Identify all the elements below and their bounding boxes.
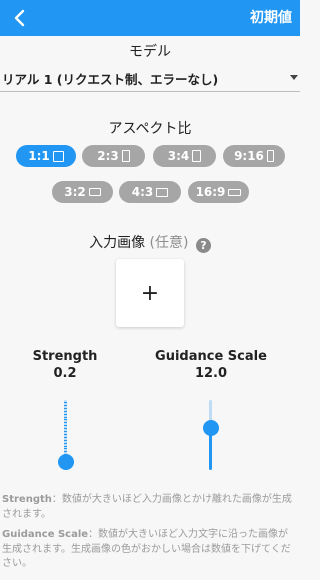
plus-icon: + [140, 280, 160, 306]
aspect-label: 3:2 [64, 185, 86, 199]
strength-value: 0.2 [53, 366, 77, 381]
aspect-label: 9:16 [234, 149, 264, 163]
landscape-rect-icon [228, 188, 242, 196]
square-icon [52, 150, 64, 162]
slider-tick [64, 448, 67, 450]
portrait-rect-icon [192, 150, 202, 162]
chevron-left-icon [14, 9, 25, 27]
guidance-slider-thumb[interactable] [203, 420, 219, 436]
strength-description: Strength：数値が大きいほど入力画像とかけ離れた画像が生成されます。 [2, 493, 298, 522]
aspect-option-16-9[interactable]: 16:9 [188, 181, 249, 203]
model-selected-value: リアル 1 (リクエスト制、エラーなし) [2, 72, 219, 87]
strength-slider-thumb[interactable] [58, 454, 74, 470]
slider-tick [64, 428, 67, 430]
slider-tick [64, 436, 67, 438]
slider-tick [64, 413, 67, 415]
portrait-rect-icon [121, 150, 130, 162]
slider-tick [64, 407, 67, 409]
aspect-option-9-16[interactable]: 9:16 [223, 145, 285, 167]
aspect-label: 4:3 [131, 185, 154, 199]
slider-tick [64, 431, 67, 432]
aspect-option-1-1[interactable]: 1:1 [16, 145, 76, 167]
question-circle-icon[interactable]: ? [195, 238, 211, 253]
back-button[interactable] [6, 4, 32, 32]
slider-tick [64, 425, 67, 427]
reset-defaults-button[interactable]: 初期値 [250, 0, 292, 36]
guidance-title: Guidance Scale [155, 349, 267, 364]
aspect-label: 16:9 [195, 185, 226, 199]
landscape-rect-icon [156, 187, 169, 197]
slider-tick [64, 419, 67, 421]
slider-tick [64, 451, 67, 453]
slider-tick [64, 410, 67, 412]
optional-label: (任意) [149, 235, 189, 251]
slider-tick [64, 422, 67, 424]
strength-title: Strength [32, 349, 98, 364]
model-heading: モデル [129, 44, 171, 60]
input-image-heading: 入力画像 (任意) ? [0, 232, 300, 253]
slider-tick [64, 404, 67, 406]
slider-tick [64, 439, 67, 441]
guidance-description: Guidance Scale：数値が大きいほど入力文字に沿った画像が生成されます… [2, 528, 298, 572]
slider-tick [64, 442, 67, 444]
guidance-value: 12.0 [194, 366, 228, 381]
aspect-heading: アスペクト比 [108, 121, 192, 137]
slider-tick [64, 416, 67, 418]
caret-down-icon [290, 75, 298, 80]
aspect-label: 2:3 [97, 149, 119, 163]
aspect-option-3-4[interactable]: 3:4 [153, 145, 216, 167]
aspect-label: 1:1 [28, 149, 50, 163]
slider-tick [64, 402, 67, 403]
add-input-image-button[interactable]: + [116, 259, 184, 327]
aspect-option-2-3[interactable]: 2:3 [82, 145, 145, 167]
aspect-label: 3:4 [167, 149, 190, 163]
slider-tick [64, 433, 67, 435]
portrait-rect-icon [266, 150, 274, 162]
landscape-rect-icon [88, 188, 101, 196]
app-header: 初期値 [0, 0, 300, 36]
model-select[interactable]: リアル 1 (リクエスト制、エラーなし) [0, 66, 300, 92]
strength-description-term: Strength [2, 494, 52, 505]
aspect-option-3-2[interactable]: 3:2 [52, 181, 113, 203]
slider-tick [64, 445, 67, 447]
input-image-label: 入力画像 [89, 235, 146, 251]
aspect-option-4-3[interactable]: 4:3 [119, 181, 181, 203]
guidance-description-term: Guidance Scale [2, 529, 89, 540]
